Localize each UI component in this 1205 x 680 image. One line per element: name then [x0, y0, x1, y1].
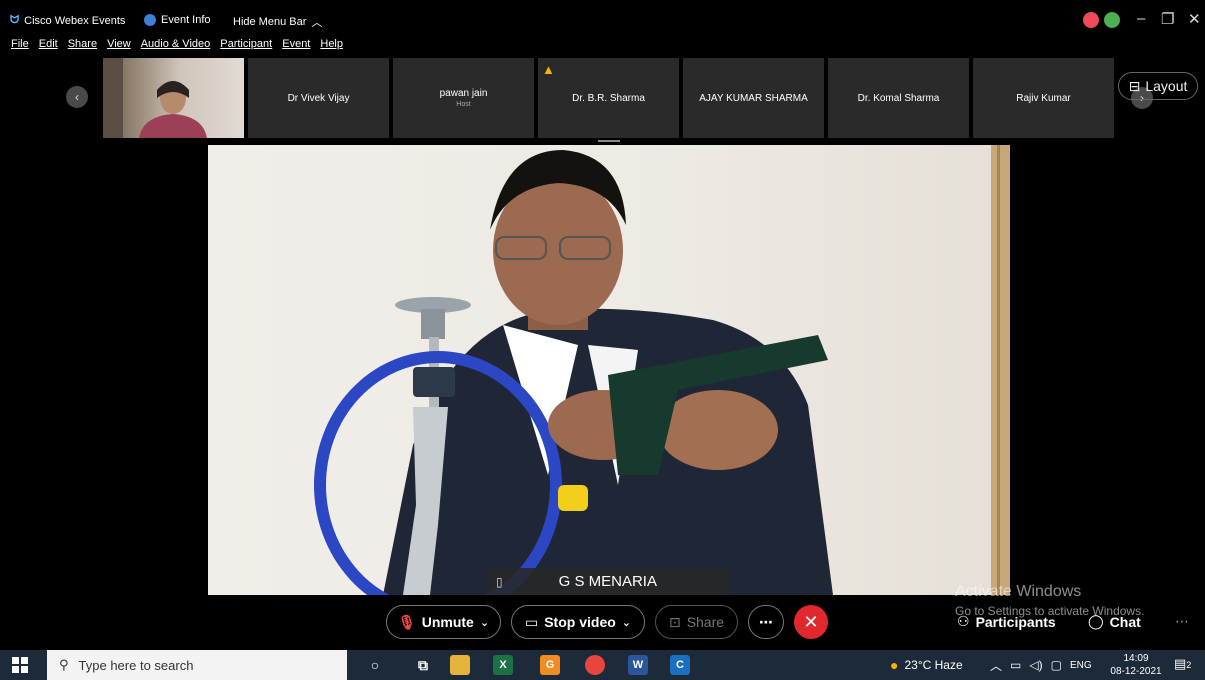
participant-name: Dr. Komal Sharma [857, 92, 940, 104]
active-speaker-video [208, 145, 1010, 595]
menu-view[interactable]: View [107, 38, 131, 56]
speaker-name: G S MENARIA [558, 573, 657, 590]
participant-tile[interactable]: Dr Vivek Vijay [248, 58, 389, 138]
windows-start-icon[interactable] [12, 657, 28, 673]
menu-share[interactable]: Share [68, 38, 97, 56]
system-tray[interactable]: ︿ ▭ ◁) ▢ ENG [990, 650, 1092, 680]
participant-strip: ‹ Dr Vivek Vijay pawan jain Host ▲ Dr. B… [0, 57, 1205, 142]
participant-tile[interactable]: ▲ Dr. B.R. Sharma [538, 58, 679, 138]
participant-video [103, 58, 207, 138]
participant-tile[interactable]: Dr. Komal Sharma [828, 58, 969, 138]
cortana-icon[interactable]: ○ [365, 655, 385, 675]
menu-help[interactable]: Help [320, 38, 343, 56]
taskbar-search-input[interactable]: ⚲ Type here to search [47, 650, 347, 680]
speaker-name-tag: ▯ G S MENARIA [488, 568, 729, 595]
speaker-video-frame [314, 145, 1010, 595]
more-panels-button[interactable]: ⋯ [1175, 613, 1189, 630]
camera-icon: ▭ [524, 613, 539, 630]
participant-video-thumbnail[interactable] [103, 58, 244, 138]
mobile-icon: ▯ [496, 574, 503, 589]
share-icon: ⊡ [668, 613, 681, 630]
network-health-icon[interactable] [1104, 12, 1120, 28]
network-icon[interactable]: ▢ [1051, 658, 1062, 672]
ellipsis-icon: ⋯ [759, 613, 773, 630]
activate-windows-title: Activate Windows [955, 583, 1082, 600]
layout-icon: ⊟ [1128, 77, 1141, 94]
stop-video-button[interactable]: ▭ Stop video ⌄ [511, 605, 645, 639]
volume-icon[interactable]: ◁) [1029, 658, 1042, 672]
participant-name: Dr. B.R. Sharma [572, 92, 645, 104]
shield-icon [144, 14, 156, 26]
file-explorer-icon[interactable] [450, 655, 470, 675]
search-icon: ⚲ [59, 657, 69, 672]
title-bar: ᗢ Cisco Webex Events Event Info Hide Men… [0, 0, 1205, 38]
warning-icon: ▲ [542, 62, 555, 77]
chevron-down-icon[interactable]: ⌄ [622, 616, 631, 629]
menu-audio-video[interactable]: Audio & Video [141, 38, 211, 56]
clock[interactable]: 14:09 08-12-2021 [1106, 652, 1166, 678]
notifications-icon[interactable]: ▤2 [1174, 656, 1191, 672]
hide-menu-bar-button[interactable]: Hide Menu Bar ︿ [233, 14, 322, 30]
windows-taskbar: ⚲ Type here to search ○ ⧉ X G W C ● 23°C… [0, 650, 1205, 680]
chevron-up-icon[interactable]: ︿ [990, 657, 1002, 674]
recording-indicator-icon [1083, 12, 1099, 28]
task-view-icon[interactable]: ⧉ [413, 655, 433, 675]
battery-icon[interactable]: ▭ [1010, 658, 1021, 672]
weather-widget[interactable]: ● 23°C Haze [890, 650, 963, 680]
clock-time: 14:09 [1123, 653, 1149, 664]
webex-taskbar-icon[interactable]: C [670, 655, 690, 675]
app-name: Cisco Webex Events [24, 14, 126, 27]
participant-tile[interactable]: AJAY KUMAR SHARMA [683, 58, 824, 138]
chevron-up-icon: ︿ [311, 17, 323, 29]
menu-file[interactable]: File [11, 38, 29, 56]
activate-windows-subtitle: Go to Settings to activate Windows. [955, 604, 1145, 618]
word-icon[interactable]: W [628, 655, 648, 675]
participant-tile[interactable]: Rajiv Kumar [973, 58, 1114, 138]
notification-count: 2 [1186, 660, 1192, 670]
unmute-button[interactable]: 🎙︎ Unmute ⌄ [386, 605, 501, 639]
menu-edit[interactable]: Edit [39, 38, 58, 56]
muted-mic-icon: 🎙︎ [397, 613, 416, 630]
layout-button[interactable]: ⊟ Layout [1118, 72, 1198, 100]
app-icon[interactable]: G [540, 655, 560, 675]
event-info-button[interactable]: Event Info [144, 14, 211, 26]
weather-sun-icon: ● [890, 657, 899, 673]
participant-name: pawan jain [439, 88, 488, 99]
webex-logo-icon: ᗢ [10, 14, 20, 26]
menu-bar: File Edit Share View Audio & Video Parti… [0, 38, 343, 56]
participant-tile[interactable]: pawan jain Host [393, 58, 534, 138]
minimize-icon[interactable]: – [1137, 10, 1145, 27]
clock-date: 08-12-2021 [1110, 666, 1162, 677]
leave-meeting-button[interactable]: ✕ [794, 605, 828, 639]
close-icon[interactable]: ✕ [1188, 10, 1201, 28]
share-button[interactable]: ⊡ Share [655, 605, 738, 639]
chevron-down-icon[interactable]: ⌄ [480, 616, 489, 629]
ellipsis-icon: ⋯ [1175, 613, 1189, 629]
language-indicator[interactable]: ENG [1070, 660, 1092, 671]
resize-handle[interactable] [598, 140, 620, 142]
excel-icon[interactable]: X [493, 655, 513, 675]
menu-event[interactable]: Event [282, 38, 310, 56]
participant-name: Dr Vivek Vijay [287, 92, 350, 104]
close-icon: ✕ [803, 611, 819, 632]
more-options-button[interactable]: ⋯ [748, 605, 784, 639]
chrome-icon[interactable] [585, 655, 605, 675]
menu-participant[interactable]: Participant [220, 38, 272, 56]
restore-icon[interactable]: ❐ [1161, 10, 1174, 28]
participant-name: AJAY KUMAR SHARMA [699, 92, 808, 104]
scroll-left-icon[interactable]: ‹ [66, 86, 88, 108]
app-title: ᗢ Cisco Webex Events [10, 14, 125, 27]
participant-role: Host [456, 101, 471, 108]
participant-name: Rajiv Kumar [1016, 92, 1071, 104]
